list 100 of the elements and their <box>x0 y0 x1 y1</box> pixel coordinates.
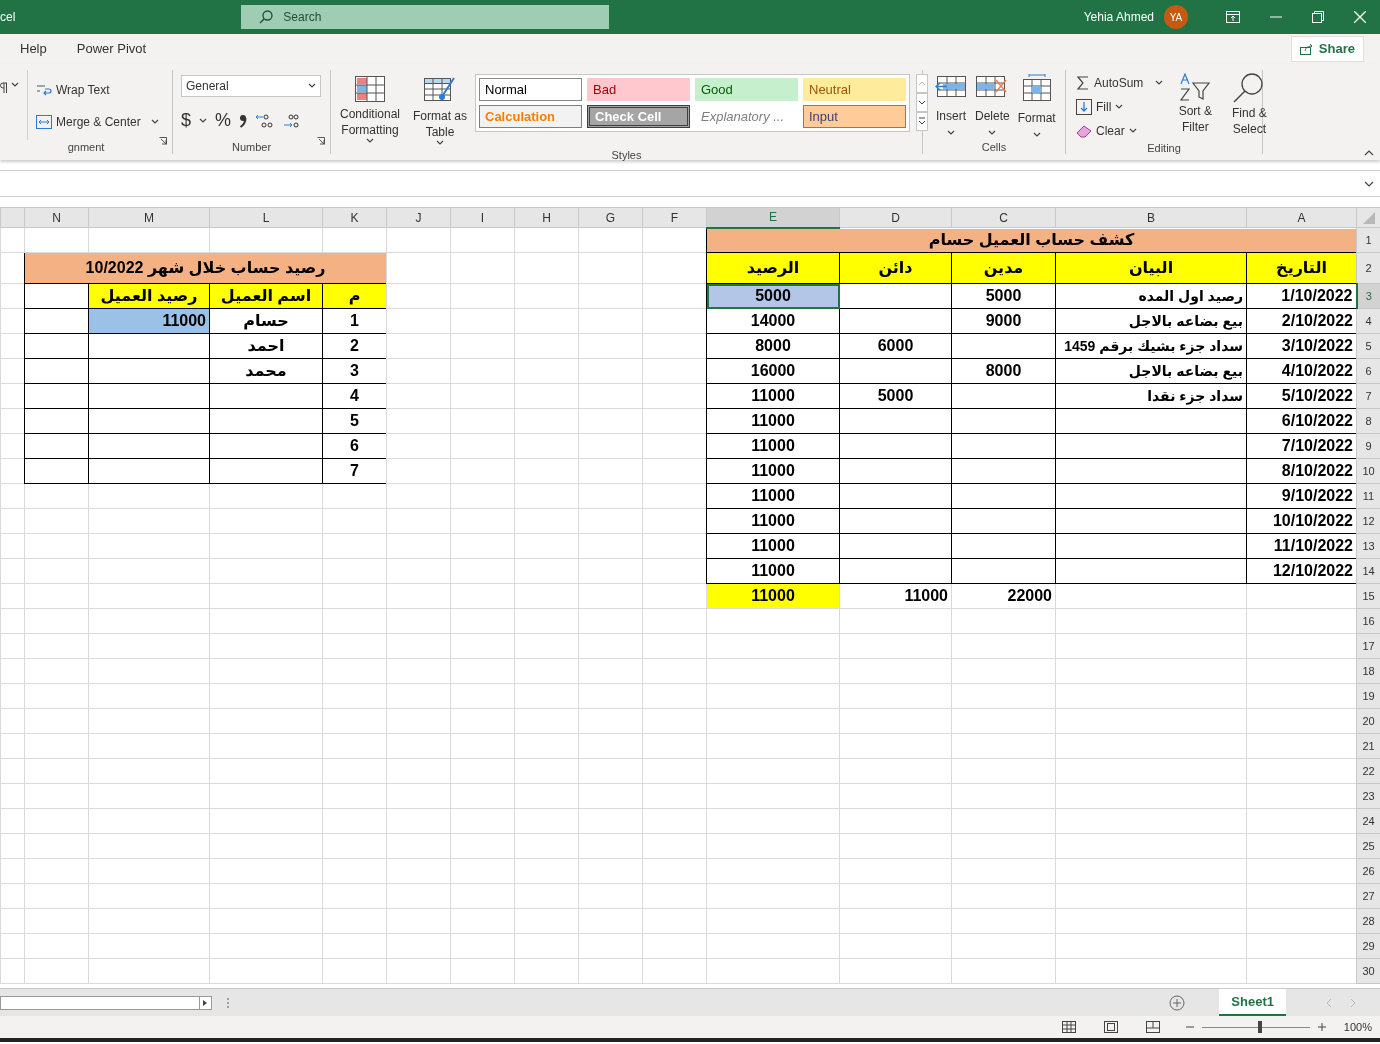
cell-style[interactable]: Input <box>803 105 906 128</box>
row-header[interactable]: 2 <box>1356 252 1380 284</box>
table-title: كشف حساب العميل حسام <box>706 227 1357 253</box>
ribbon-button[interactable]: Delete <box>973 70 1012 140</box>
user-avatar[interactable]: YA <box>1164 5 1188 29</box>
paragraph-icon[interactable] <box>0 82 8 93</box>
ribbon-button[interactable]: Format as Table <box>411 70 469 148</box>
row-header[interactable]: 1 <box>1356 227 1380 253</box>
column-header[interactable]: B <box>1055 207 1247 228</box>
row-header[interactable]: 29 <box>1356 933 1380 959</box>
sheet-tab[interactable]: Sheet1 <box>1219 988 1286 1017</box>
cell-style[interactable]: Explanatory ... <box>695 105 798 128</box>
row-header[interactable]: 23 <box>1356 783 1380 809</box>
number-format-dropdown[interactable]: General <box>181 75 321 97</box>
row-header[interactable]: 5 <box>1356 333 1380 359</box>
row-header[interactable]: 22 <box>1356 758 1380 784</box>
row-header[interactable]: 24 <box>1356 808 1380 834</box>
row-header[interactable]: 20 <box>1356 708 1380 734</box>
column-header[interactable]: E <box>706 207 840 228</box>
cell-style[interactable]: Normal <box>479 78 582 101</box>
horizontal-scrollbar[interactable] <box>0 995 212 1010</box>
zoom-in-icon[interactable] <box>1317 1023 1326 1031</box>
ribbon-display-icon[interactable] <box>1226 11 1240 23</box>
caret-icon[interactable] <box>199 117 207 124</box>
column-header[interactable]: M <box>88 207 210 228</box>
row-header[interactable]: 17 <box>1356 633 1380 659</box>
cell-style[interactable]: Good <box>695 78 798 101</box>
decrease-decimal-icon[interactable] <box>281 112 300 129</box>
percent-button[interactable]: % <box>215 107 232 134</box>
ribbon-tab[interactable]: Power Pivot <box>76 39 147 59</box>
row-header[interactable]: 6 <box>1356 358 1380 384</box>
page-layout-icon[interactable] <box>1103 1021 1118 1033</box>
ribbon-button[interactable]: Merge & Center <box>34 112 161 132</box>
row-header[interactable]: 28 <box>1356 908 1380 934</box>
sigma-icon <box>1076 76 1090 90</box>
column-header[interactable]: F <box>642 207 707 228</box>
row-header[interactable]: 4 <box>1356 308 1380 334</box>
column-header[interactable]: K <box>322 207 387 228</box>
increase-decimal-icon[interactable] <box>255 112 274 129</box>
dialog-launcher-icon[interactable] <box>159 137 167 145</box>
name-cell: محمد <box>209 358 323 384</box>
column-header[interactable]: N <box>24 207 89 228</box>
column-header[interactable]: I <box>450 207 515 228</box>
row-header[interactable]: 9 <box>1356 433 1380 459</box>
column-header[interactable]: J <box>386 207 451 228</box>
row-header[interactable]: 26 <box>1356 858 1380 884</box>
number-cell: 6 <box>322 433 387 459</box>
caret-icon[interactable] <box>11 82 19 88</box>
number-cell: 3 <box>322 358 387 384</box>
cell-style[interactable]: Neutral <box>803 78 906 101</box>
add-sheet-icon[interactable] <box>1169 994 1186 1011</box>
row-header[interactable]: 7 <box>1356 383 1380 409</box>
group-label: Editing <box>1146 141 1182 155</box>
restore-icon[interactable] <box>1312 11 1324 23</box>
gallery-scroll-down-icon[interactable] <box>916 93 928 112</box>
row-header[interactable]: 18 <box>1356 658 1380 684</box>
ribbon-tab[interactable]: Help <box>20 39 47 59</box>
column-header[interactable]: D <box>839 207 952 228</box>
zoom-level[interactable]: 100% <box>1343 1018 1372 1036</box>
description-cell: بيع بضاعه بالاجل <box>1055 308 1247 334</box>
normal-view-icon[interactable] <box>1061 1021 1076 1033</box>
column-header[interactable]: L <box>209 207 323 228</box>
column-header[interactable]: C <box>951 207 1056 228</box>
dialog-launcher-icon[interactable] <box>317 137 325 145</box>
cell-style[interactable]: Bad <box>587 78 690 101</box>
column-header[interactable]: A <box>1246 207 1357 228</box>
ribbon-button[interactable]: Clear <box>1074 121 1166 141</box>
row-header[interactable]: 12 <box>1356 508 1380 534</box>
page-break-icon[interactable] <box>1145 1021 1160 1033</box>
close-icon[interactable] <box>1354 11 1366 23</box>
ribbon-button[interactable]: Sort & Filter <box>1171 70 1220 141</box>
ribbon-button[interactable]: Insert <box>933 70 969 140</box>
share-button[interactable]: Share <box>1290 36 1364 62</box>
ribbon-button[interactable]: Format <box>1015 70 1058 140</box>
row-header[interactable]: 11 <box>1356 483 1380 509</box>
row-header[interactable]: 14 <box>1356 558 1380 584</box>
ribbon-button[interactable]: Conditional Formatting <box>335 70 405 148</box>
row-header[interactable]: 13 <box>1356 533 1380 559</box>
comma-style-icon[interactable] <box>239 113 248 128</box>
row-header[interactable]: 3 <box>1356 283 1380 309</box>
expand-icon[interactable] <box>1364 180 1374 187</box>
row-header[interactable]: 25 <box>1356 833 1380 859</box>
row-header[interactable]: 15 <box>1356 583 1380 609</box>
column-header[interactable]: G <box>578 207 643 228</box>
row-header[interactable]: 19 <box>1356 683 1380 709</box>
row-header[interactable]: 10 <box>1356 458 1380 484</box>
ribbon-button[interactable]: AutoSum <box>1074 73 1166 93</box>
row-header[interactable]: 30 <box>1356 958 1380 984</box>
row-header[interactable]: 8 <box>1356 408 1380 434</box>
row-header[interactable]: 21 <box>1356 733 1380 759</box>
ribbon-button[interactable]: Fill <box>1074 97 1166 117</box>
row-header[interactable]: 16 <box>1356 608 1380 634</box>
row-header[interactable]: 27 <box>1356 883 1380 909</box>
column-header[interactable]: H <box>514 207 579 228</box>
ribbon-button[interactable]: Wrap Text <box>34 80 161 100</box>
gallery-more-icon[interactable] <box>916 112 928 131</box>
ribbon-button[interactable]: Find & Select <box>1225 70 1274 141</box>
currency-button[interactable]: $ <box>181 107 191 134</box>
search-field[interactable]: Search <box>241 5 610 29</box>
collapse-ribbon-icon[interactable] <box>1364 150 1374 156</box>
